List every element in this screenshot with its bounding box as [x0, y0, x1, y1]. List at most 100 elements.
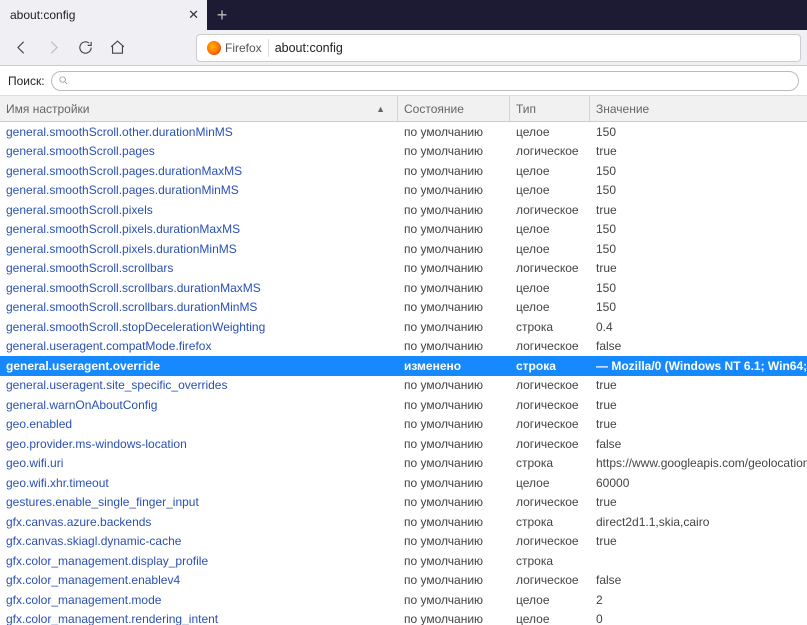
- pref-status: по умолчанию: [398, 437, 510, 451]
- url-bar[interactable]: Firefox about:config: [196, 34, 801, 62]
- pref-status: по умолчанию: [398, 378, 510, 392]
- pref-row[interactable]: general.smoothScroll.stopDecelerationWei…: [0, 317, 807, 337]
- pref-value: 0: [590, 612, 807, 625]
- pref-row[interactable]: gfx.color_management.rendering_intentпо …: [0, 610, 807, 625]
- col-value[interactable]: Значение: [590, 102, 807, 116]
- pref-row[interactable]: general.smoothScroll.scrollbarsпо умолча…: [0, 259, 807, 279]
- pref-value: 150: [590, 242, 807, 256]
- pref-type: строка: [510, 515, 590, 529]
- pref-name: gfx.color_management.display_profile: [0, 554, 398, 568]
- pref-row[interactable]: general.smoothScroll.other.durationMinMS…: [0, 122, 807, 142]
- pref-status: по умолчанию: [398, 554, 510, 568]
- tab-title: about:config: [10, 8, 75, 22]
- pref-row[interactable]: gfx.canvas.skiagl.dynamic-cacheпо умолча…: [0, 532, 807, 552]
- pref-name: geo.enabled: [0, 417, 398, 431]
- pref-value: 150: [590, 222, 807, 236]
- pref-type: целое: [510, 612, 590, 625]
- pref-status: по умолчанию: [398, 515, 510, 529]
- pref-status: по умолчанию: [398, 164, 510, 178]
- pref-row[interactable]: gfx.color_management.modeпо умолчаниюцел…: [0, 590, 807, 610]
- pref-type: целое: [510, 593, 590, 607]
- pref-name: general.useragent.site_specific_override…: [0, 378, 398, 392]
- pref-status: по умолчанию: [398, 125, 510, 139]
- pref-type: логическое: [510, 437, 590, 451]
- col-status[interactable]: Состояние: [398, 96, 510, 121]
- pref-type: логическое: [510, 339, 590, 353]
- pref-row[interactable]: geo.enabledпо умолчаниюлогическоеtrue: [0, 415, 807, 435]
- site-identity[interactable]: Firefox: [201, 39, 269, 57]
- pref-type: логическое: [510, 144, 590, 158]
- pref-row[interactable]: general.smoothScroll.scrollbars.duration…: [0, 278, 807, 298]
- pref-name: general.useragent.compatMode.firefox: [0, 339, 398, 353]
- pref-status: по умолчанию: [398, 593, 510, 607]
- table-header: Имя настройки ▲ Состояние Тип Значение: [0, 96, 807, 122]
- pref-value: true: [590, 144, 807, 158]
- pref-row[interactable]: general.smoothScroll.pagesпо умолчаниюло…: [0, 142, 807, 162]
- pref-type: логическое: [510, 378, 590, 392]
- pref-name: geo.provider.ms-windows-location: [0, 437, 398, 451]
- pref-name: gestures.enable_single_finger_input: [0, 495, 398, 509]
- pref-value: direct2d1.1,skia,cairo: [590, 515, 807, 529]
- pref-status: по умолчанию: [398, 398, 510, 412]
- pref-type: логическое: [510, 261, 590, 275]
- back-button[interactable]: [6, 34, 36, 62]
- pref-row[interactable]: general.smoothScroll.pixels.durationMaxM…: [0, 220, 807, 240]
- pref-name: gfx.canvas.azure.backends: [0, 515, 398, 529]
- pref-name: general.smoothScroll.pages.durationMaxMS: [0, 164, 398, 178]
- pref-name: general.smoothScroll.scrollbars: [0, 261, 398, 275]
- pref-row[interactable]: general.useragent.site_specific_override…: [0, 376, 807, 396]
- pref-row[interactable]: gestures.enable_single_finger_inputпо ум…: [0, 493, 807, 513]
- pref-row[interactable]: geo.wifi.uriпо умолчаниюстрокаhttps://ww…: [0, 454, 807, 474]
- pref-row[interactable]: gfx.color_management.display_profileпо у…: [0, 551, 807, 571]
- pref-type: логическое: [510, 495, 590, 509]
- title-bar: about:config ✕ +: [0, 0, 807, 30]
- pref-name: geo.wifi.uri: [0, 456, 398, 470]
- reload-button[interactable]: [70, 34, 100, 62]
- close-icon[interactable]: ✕: [188, 7, 199, 23]
- pref-status: по умолчанию: [398, 612, 510, 625]
- pref-row[interactable]: general.smoothScroll.pages.durationMinMS…: [0, 181, 807, 201]
- pref-row[interactable]: gfx.canvas.azure.backendsпо умолчаниюстр…: [0, 512, 807, 532]
- new-tab-button[interactable]: +: [207, 0, 237, 30]
- col-name[interactable]: Имя настройки ▲: [0, 96, 398, 121]
- search-bar: Поиск:: [0, 66, 807, 96]
- url-text: about:config: [275, 41, 343, 55]
- pref-type: логическое: [510, 534, 590, 548]
- pref-type: целое: [510, 476, 590, 490]
- pref-status: по умолчанию: [398, 417, 510, 431]
- pref-row[interactable]: geo.wifi.xhr.timeoutпо умолчаниюцелое600…: [0, 473, 807, 493]
- browser-tab[interactable]: about:config ✕: [0, 0, 207, 30]
- pref-row[interactable]: gfx.color_management.enablev4по умолчани…: [0, 571, 807, 591]
- home-icon: [109, 39, 126, 56]
- pref-status: по умолчанию: [398, 281, 510, 295]
- pref-row[interactable]: general.smoothScroll.pages.durationMaxMS…: [0, 161, 807, 181]
- pref-status: по умолчанию: [398, 534, 510, 548]
- pref-type: целое: [510, 164, 590, 178]
- pref-row[interactable]: general.smoothScroll.pixels.durationMinM…: [0, 239, 807, 259]
- search-input[interactable]: [51, 71, 799, 91]
- pref-type: логическое: [510, 203, 590, 217]
- pref-value: 2: [590, 593, 807, 607]
- pref-name: general.useragent.override: [0, 359, 398, 373]
- prefs-list[interactable]: general.smoothScroll.other.durationMinMS…: [0, 122, 807, 625]
- pref-name: general.smoothScroll.pixels.durationMinM…: [0, 242, 398, 256]
- pref-row[interactable]: general.smoothScroll.scrollbars.duration…: [0, 298, 807, 318]
- pref-name: general.smoothScroll.pages: [0, 144, 398, 158]
- pref-type: строка: [510, 320, 590, 334]
- home-button[interactable]: [102, 34, 132, 62]
- pref-status: по умолчанию: [398, 144, 510, 158]
- pref-status: по умолчанию: [398, 222, 510, 236]
- pref-row[interactable]: geo.provider.ms-windows-locationпо умолч…: [0, 434, 807, 454]
- pref-name: general.smoothScroll.scrollbars.duration…: [0, 300, 398, 314]
- arrow-right-icon: [45, 39, 62, 56]
- pref-row[interactable]: general.useragent.compatMode.firefoxпо у…: [0, 337, 807, 357]
- pref-name: general.smoothScroll.other.durationMinMS: [0, 125, 398, 139]
- pref-row[interactable]: general.useragent.overrideизмененострока…: [0, 356, 807, 376]
- pref-row[interactable]: general.warnOnAboutConfigпо умолчаниюлог…: [0, 395, 807, 415]
- pref-name: gfx.color_management.enablev4: [0, 573, 398, 587]
- pref-status: по умолчанию: [398, 242, 510, 256]
- col-type[interactable]: Тип: [510, 96, 590, 121]
- pref-row[interactable]: general.smoothScroll.pixelsпо умолчаниюл…: [0, 200, 807, 220]
- forward-button: [38, 34, 68, 62]
- pref-value: 150: [590, 300, 807, 314]
